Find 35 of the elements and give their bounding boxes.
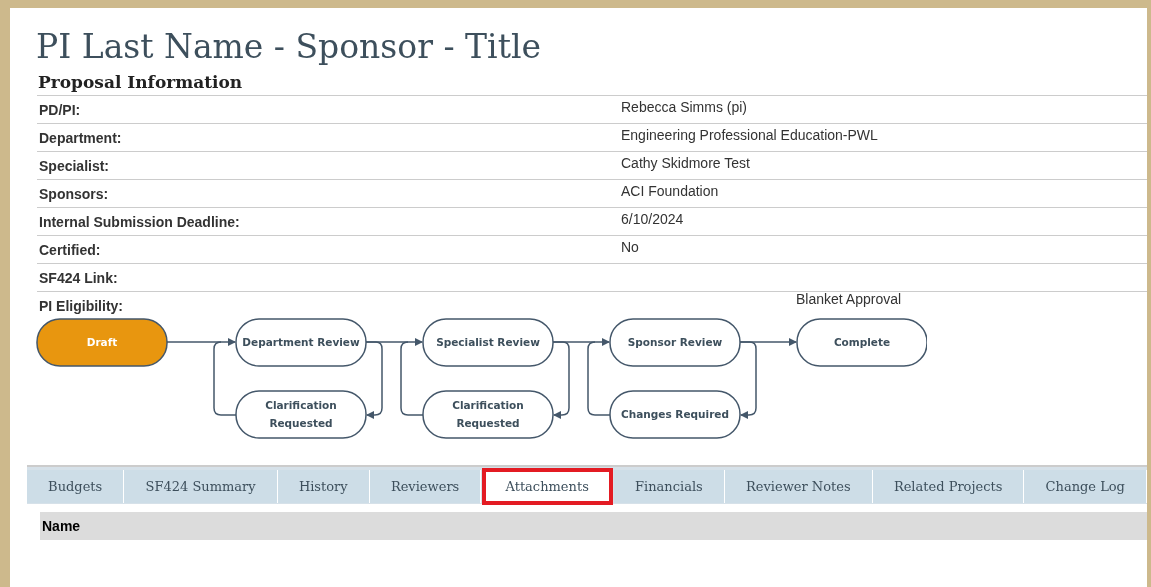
field-value: ACI Foundation — [621, 182, 719, 199]
tab[interactable]: Reviewers — [369, 470, 482, 503]
workflow-step: Clarification Requested — [235, 390, 367, 439]
tab[interactable]: SF424 Summary — [124, 470, 278, 503]
field-value: Cathy Skidmore Test — [621, 154, 750, 171]
tab[interactable]: Financials — [613, 470, 725, 503]
field-value: Rebecca Simms (pi) — [621, 98, 748, 115]
workflow-step: Draft — [36, 318, 168, 367]
workflow-step: Complete — [796, 318, 927, 367]
field-value: No — [621, 238, 639, 255]
section-title: Proposal Information — [38, 73, 244, 91]
tab[interactable]: Budgets — [27, 470, 125, 503]
tab[interactable]: Attachments — [484, 470, 611, 503]
tab[interactable]: Change Log — [1024, 470, 1148, 503]
field-value: Blanket Approval — [796, 290, 902, 307]
field-label: Certified: — [38, 241, 102, 258]
field-label: Specialist: — [38, 157, 111, 174]
workflow-step: Clarification Requested — [422, 390, 554, 439]
column-header: Name — [41, 518, 81, 534]
workflow-step: Specialist Review — [422, 318, 554, 367]
field-value: 6/10/2024 — [621, 210, 684, 227]
field-label: PD/PI: — [38, 101, 82, 118]
field-label: Internal Submission Deadline: — [38, 213, 241, 230]
tab[interactable]: Related Projects — [872, 470, 1025, 503]
tab[interactable]: Reviewer Notes — [724, 470, 873, 503]
field-value: Engineering Professional Education-PWL — [621, 126, 878, 143]
field-label: Department: — [38, 129, 123, 146]
field-label: SF424 Link: — [38, 269, 119, 286]
field-label: PI Eligibility: — [38, 297, 124, 314]
page-title: PI Last Name - Sponsor - Title — [35, 26, 542, 63]
tab[interactable]: History — [277, 470, 370, 503]
workflow-step: Sponsor Review — [609, 318, 741, 367]
field-label: Sponsors: — [38, 185, 110, 202]
workflow-step: Department Review — [235, 318, 367, 367]
workflow-step: Changes Required — [609, 390, 741, 439]
